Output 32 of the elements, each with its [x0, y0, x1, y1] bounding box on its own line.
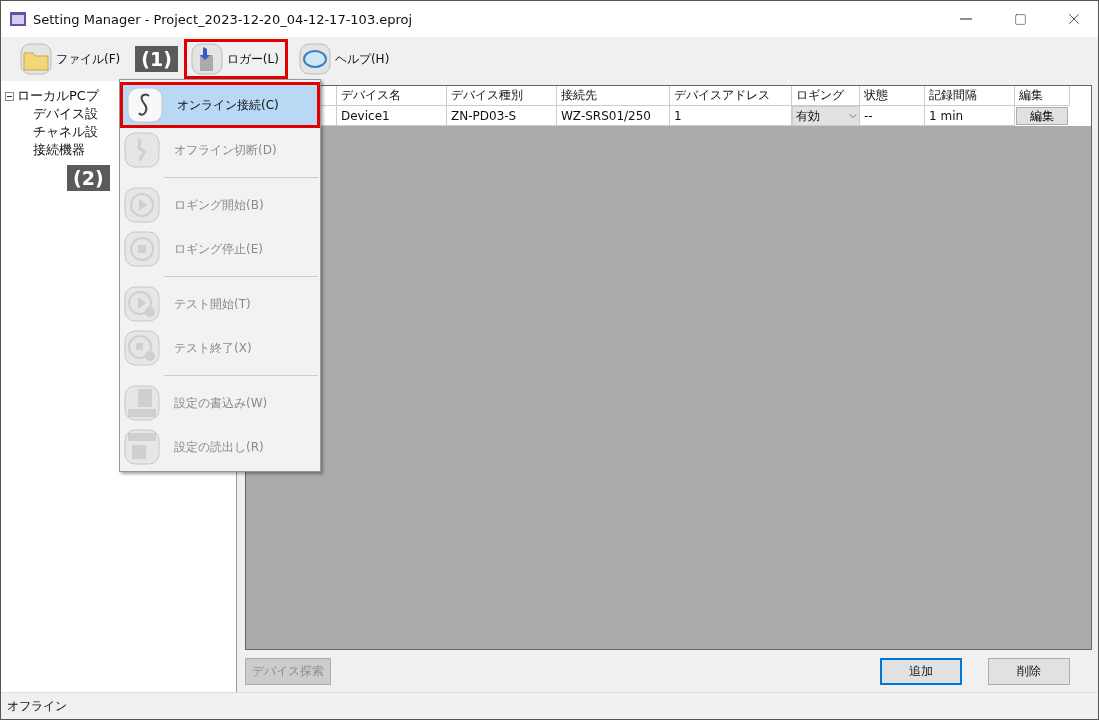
toolbar-button[interactable]: ヘルプ(H)	[291, 39, 399, 79]
table-cell: WZ-SRS01/250	[557, 106, 670, 126]
collapse-icon[interactable]	[5, 91, 14, 101]
tree-item[interactable]: デバイス設	[33, 105, 98, 123]
add-button[interactable]: 追加	[880, 657, 962, 685]
play-icon	[124, 187, 160, 223]
app-icon	[9, 10, 27, 28]
table-cell: --	[860, 106, 925, 126]
disconnect-icon	[124, 132, 160, 168]
table-cell: Device1	[337, 106, 447, 126]
minimize-icon	[960, 18, 972, 20]
maximize-icon	[1013, 12, 1027, 26]
tree-item[interactable]: チャネル設	[33, 123, 98, 141]
tree-item[interactable]: ローカルPCプ	[17, 87, 99, 105]
logger-icon	[190, 43, 223, 75]
test-play-icon	[124, 286, 160, 322]
test-stop-icon	[124, 330, 160, 366]
tree-item[interactable]: 接続機器	[33, 141, 85, 159]
table-cell: 1 min	[925, 106, 1015, 126]
status-text: オフライン	[7, 697, 67, 715]
connect-icon	[127, 87, 163, 123]
stop-icon	[124, 231, 160, 267]
callout-label: (1)	[135, 46, 178, 72]
delete-button[interactable]: 削除	[988, 657, 1070, 685]
menu-item[interactable]: オンライン接続(C)	[120, 82, 320, 128]
edit-button[interactable]: 編集	[1016, 107, 1068, 125]
window-title: Setting Manager - Project_2023-12-20_04-12-17-103.eproj	[33, 11, 414, 27]
table-cell: ZN-PD03-S	[447, 106, 557, 126]
folder-icon	[20, 43, 52, 75]
logging-dropdown[interactable]: 有効	[792, 106, 860, 126]
callout-label: (2)	[67, 165, 110, 191]
toolbar-button[interactable]: ファイル(F)	[13, 39, 130, 79]
